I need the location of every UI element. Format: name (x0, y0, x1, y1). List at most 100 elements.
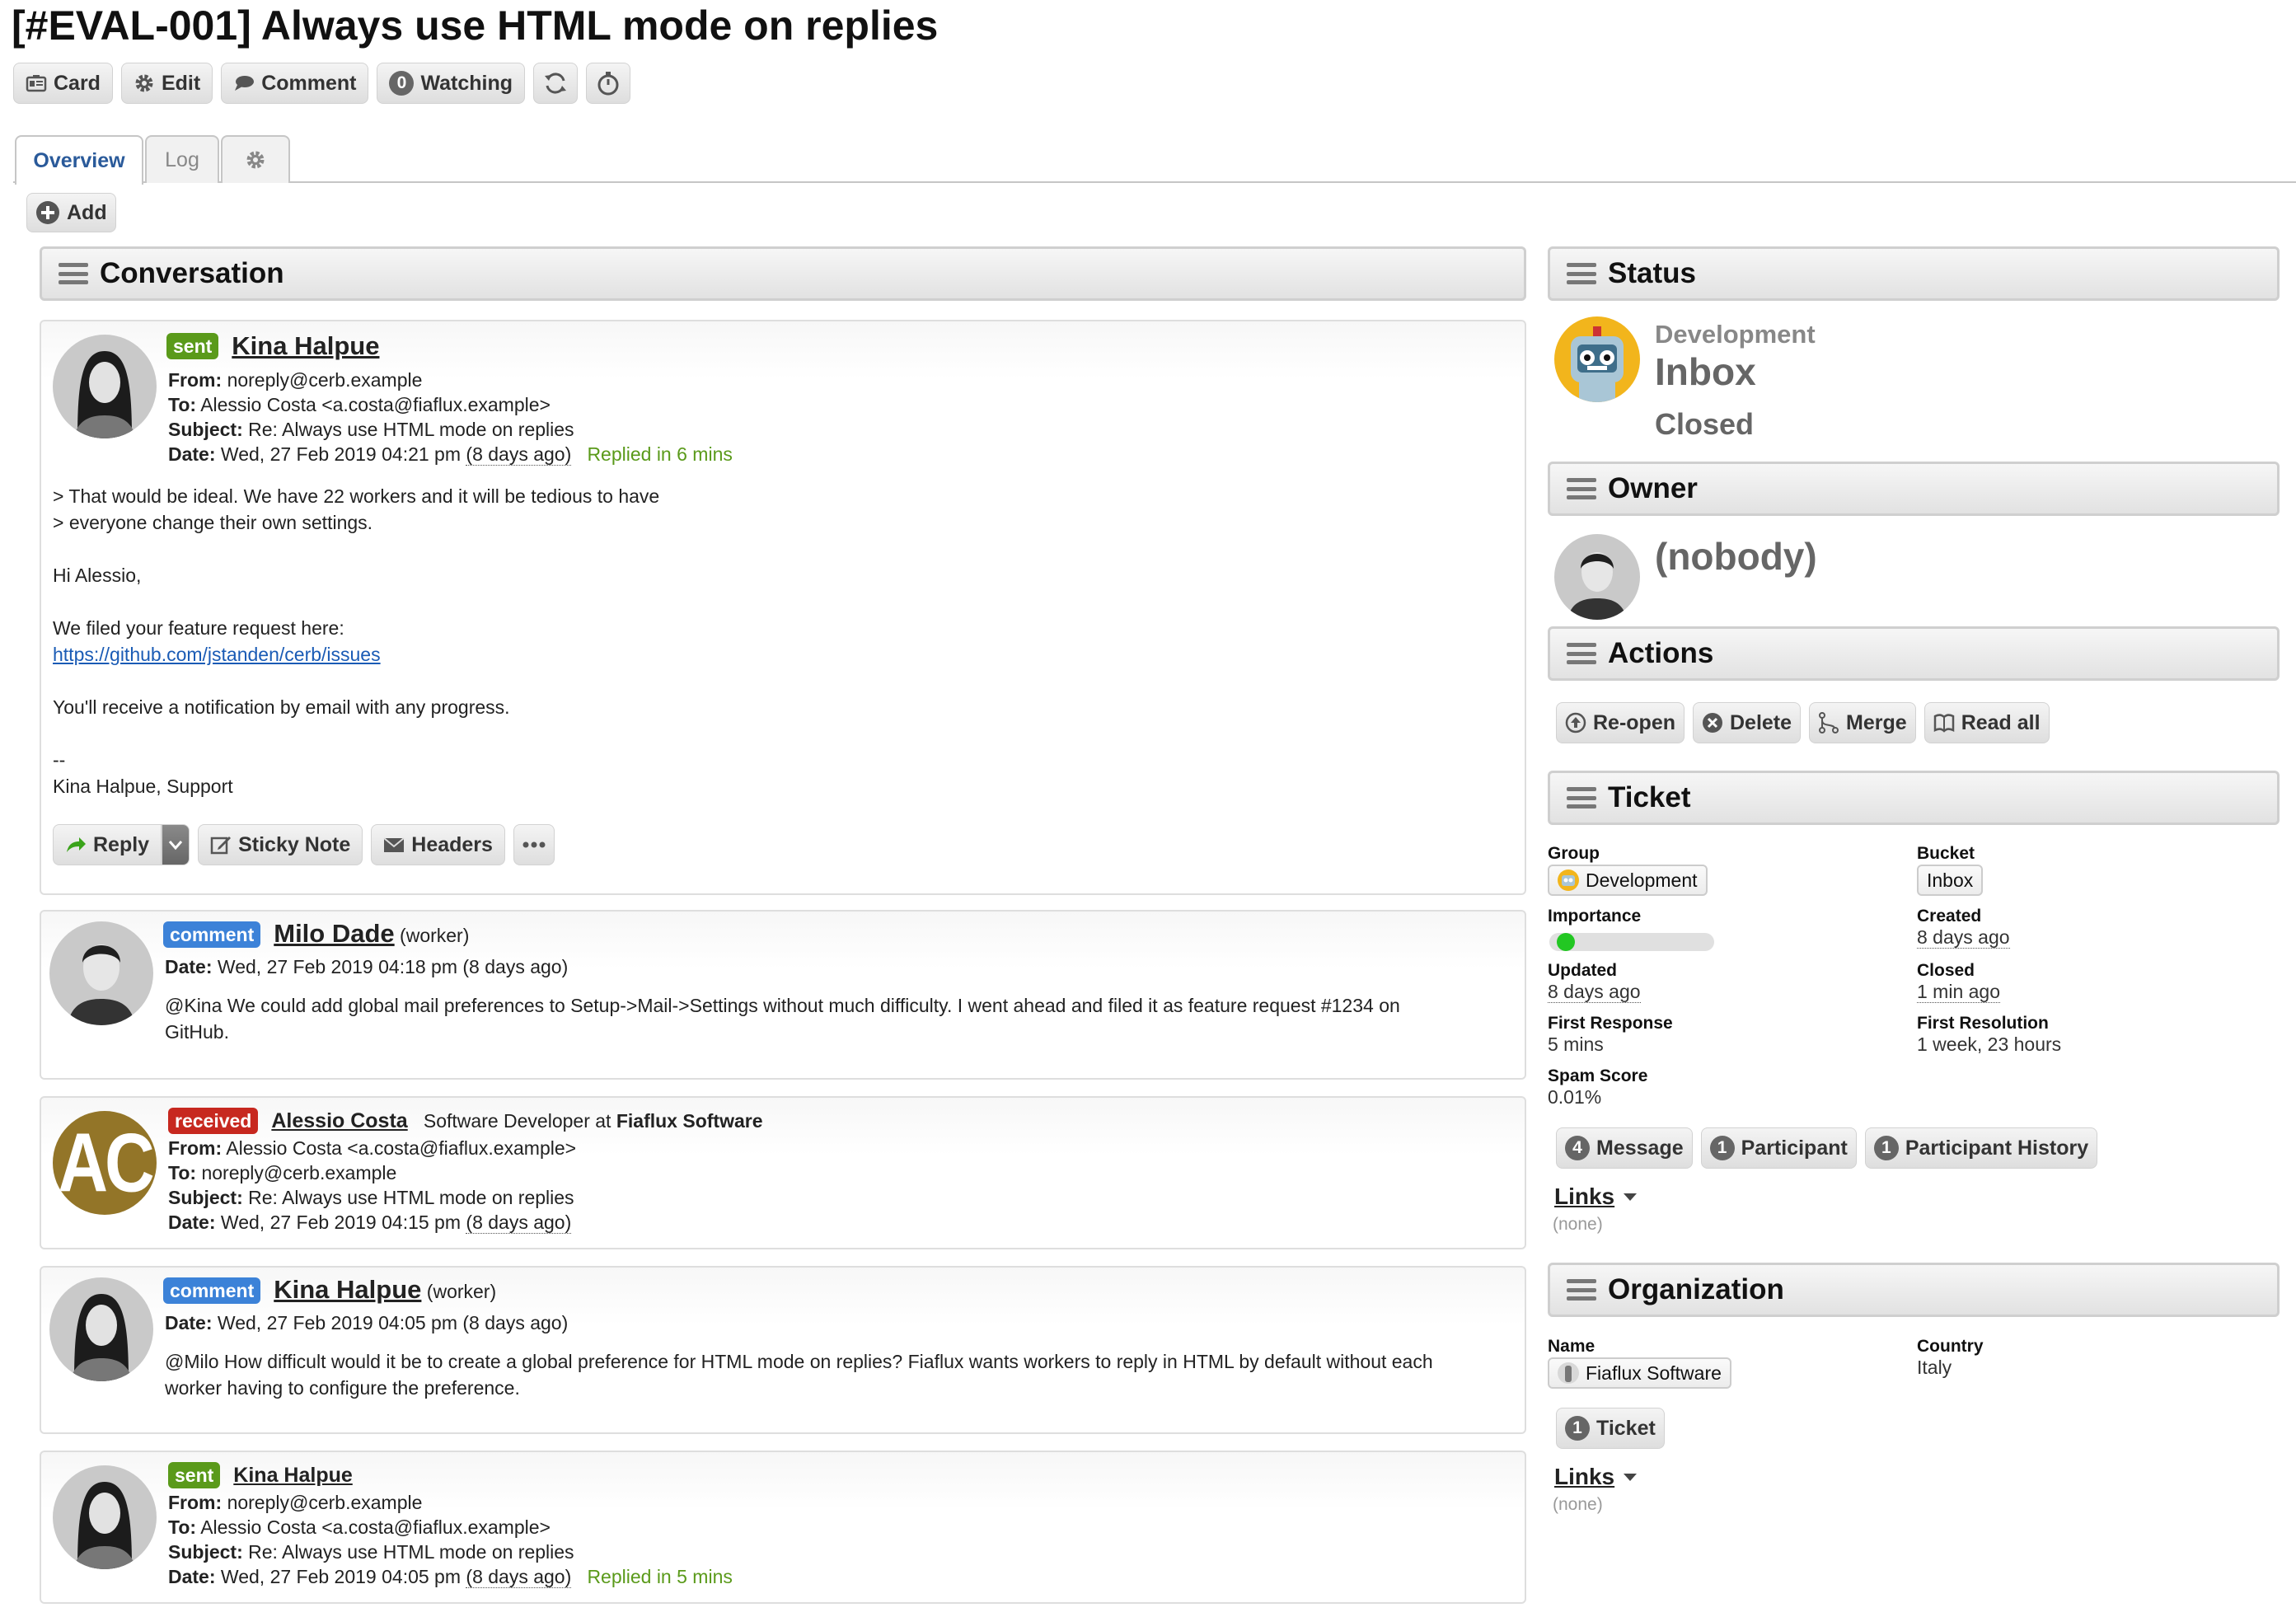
delete-label: Delete (1730, 710, 1792, 734)
menu-icon (1567, 263, 1596, 284)
from-label: From: (168, 1137, 223, 1159)
more-button[interactable] (513, 824, 555, 865)
ticket-header[interactable]: Ticket (1548, 771, 2280, 825)
refresh-icon (545, 73, 567, 94)
updated-text: 8 days ago (1548, 981, 1641, 1003)
gear-icon (135, 74, 153, 92)
org-chip[interactable]: Fiaflux Software (1548, 1357, 1731, 1389)
group-chip-label: Development (1586, 869, 1698, 891)
group-chip[interactable]: Development (1548, 865, 1708, 896)
status-group[interactable]: Development (1655, 320, 1816, 349)
updated-value: 8 days ago (1548, 981, 1641, 1003)
author-name[interactable]: Milo Dade (274, 919, 394, 948)
count-label: Message (1596, 1136, 1684, 1160)
avatar (53, 1465, 157, 1569)
read-all-button[interactable]: Read all (1923, 702, 2050, 743)
refresh-button[interactable] (533, 63, 579, 104)
status-badge: received (168, 1108, 259, 1134)
card-button[interactable]: Card (13, 63, 113, 104)
status-header[interactable]: Status (1548, 246, 2280, 301)
avatar-initials: AC (58, 1116, 154, 1209)
bucket-chip[interactable]: Inbox (1917, 865, 1984, 896)
edit-button[interactable]: Edit (120, 63, 213, 104)
stopwatch-icon (597, 72, 619, 96)
ticket-links-menu[interactable]: Links (1554, 1183, 1638, 1210)
timer-button[interactable] (586, 63, 631, 104)
count-badge: 1 (1565, 1416, 1590, 1441)
from-value: noreply@cerb.example (227, 369, 423, 391)
date-ago: (8 days ago) (466, 443, 572, 466)
reopen-label: Re-open (1593, 710, 1675, 734)
envelope-icon (383, 837, 405, 852)
to-label: To: (168, 1516, 197, 1538)
comment-button[interactable]: Comment (221, 63, 369, 104)
date-value: Wed, 27 Feb 2019 04:18 pm (8 days ago) (217, 956, 569, 977)
watching-button[interactable]: 0 Watching (377, 63, 526, 104)
from-value: noreply@cerb.example (227, 1492, 423, 1513)
reopen-button[interactable]: Re-open (1556, 702, 1685, 743)
from-label: From: (168, 1492, 223, 1513)
group-label: Group (1548, 844, 1600, 863)
sticky-note-button[interactable]: Sticky Note (198, 824, 363, 865)
date-value: Wed, 27 Feb 2019 04:15 pm (220, 1212, 462, 1233)
headers-button[interactable]: Headers (371, 824, 505, 865)
owner-name: (nobody) (1655, 535, 1817, 578)
robot-icon (1558, 869, 1579, 891)
first-response-value: 5 mins (1548, 1033, 1604, 1055)
participant-history-count-button[interactable]: 1 Participant History (1864, 1127, 2098, 1169)
count-label: Ticket (1596, 1416, 1656, 1440)
to-label: To: (168, 394, 197, 415)
group-avatar-robot-icon (1554, 316, 1640, 402)
links-label: Links (1554, 1464, 1615, 1489)
merge-button[interactable]: Merge (1809, 702, 1916, 743)
message-sent: sent Kina Halpue From: noreply@cerb.exam… (40, 320, 1526, 895)
comment-item: comment Kina Halpue (worker) Date: Wed, … (40, 1266, 1526, 1434)
first-resolution-label: First Resolution (1917, 1014, 2049, 1033)
org-tickets-count-button[interactable]: 1 Ticket (1556, 1408, 1665, 1449)
tab-overview[interactable]: Overview (15, 135, 143, 185)
issues-link[interactable]: https://github.com/jstanden/cerb/issues (53, 641, 659, 668)
owner-header[interactable]: Owner (1548, 462, 2280, 516)
sticky-note-label: Sticky Note (238, 832, 351, 856)
org-links-menu[interactable]: Links (1554, 1464, 1638, 1490)
tab-settings[interactable] (221, 135, 290, 183)
read-all-label: Read all (1961, 710, 2041, 734)
date-label: Date: (168, 443, 216, 465)
organization-header[interactable]: Organization (1548, 1263, 2280, 1317)
delete-button[interactable]: Delete (1693, 702, 1802, 743)
message-sent: sent Kina Halpue From: noreply@cerb.exam… (40, 1451, 1526, 1604)
messages-count-button[interactable]: 4 Message (1556, 1127, 1693, 1169)
status-bucket[interactable]: Inbox (1655, 349, 1756, 394)
sender-name[interactable]: Kina Halpue (232, 333, 379, 359)
reply-button[interactable]: Reply (53, 824, 162, 865)
sender-name[interactable]: Kina Halpue (233, 1463, 352, 1488)
comment-body: @Kina We could add global mail preferenc… (165, 992, 1400, 1045)
created-label: Created (1917, 907, 1982, 926)
reply-menu-button[interactable] (162, 824, 190, 865)
delete-circle-icon (1703, 713, 1722, 733)
actions-header[interactable]: Actions (1548, 626, 2280, 681)
tab-log[interactable]: Log (145, 135, 219, 183)
country-label: Country (1917, 1337, 1984, 1356)
add-widget-button[interactable]: Add (26, 193, 116, 232)
links-none: (none) (1553, 1215, 1603, 1234)
status-badge: sent (166, 333, 219, 359)
replied-time: Replied in 5 mins (587, 1566, 733, 1587)
status-badge: comment (163, 1277, 261, 1304)
actions-title: Actions (1608, 637, 1714, 669)
from-label: From: (168, 369, 223, 391)
spam-score-label: Spam Score (1548, 1066, 1648, 1085)
spam-score-value: 0.01% (1548, 1086, 1602, 1108)
importance-bar (1549, 933, 1714, 951)
bucket-label: Bucket (1917, 844, 1975, 863)
conversation-header[interactable]: Conversation (40, 246, 1526, 301)
participants-count-button[interactable]: 1 Participant (1700, 1127, 1857, 1169)
sender-name[interactable]: Alessio Costa (271, 1109, 407, 1132)
author-name[interactable]: Kina Halpue (274, 1275, 421, 1304)
body-line: Hi Alessio, (53, 565, 142, 586)
closed-label: Closed (1917, 961, 1975, 980)
quote-line: > That would be ideal. We have 22 worker… (53, 485, 660, 507)
plus-circle-icon (36, 201, 59, 224)
closed-text: 1 min ago (1917, 981, 2001, 1003)
conversation-title: Conversation (100, 257, 284, 289)
